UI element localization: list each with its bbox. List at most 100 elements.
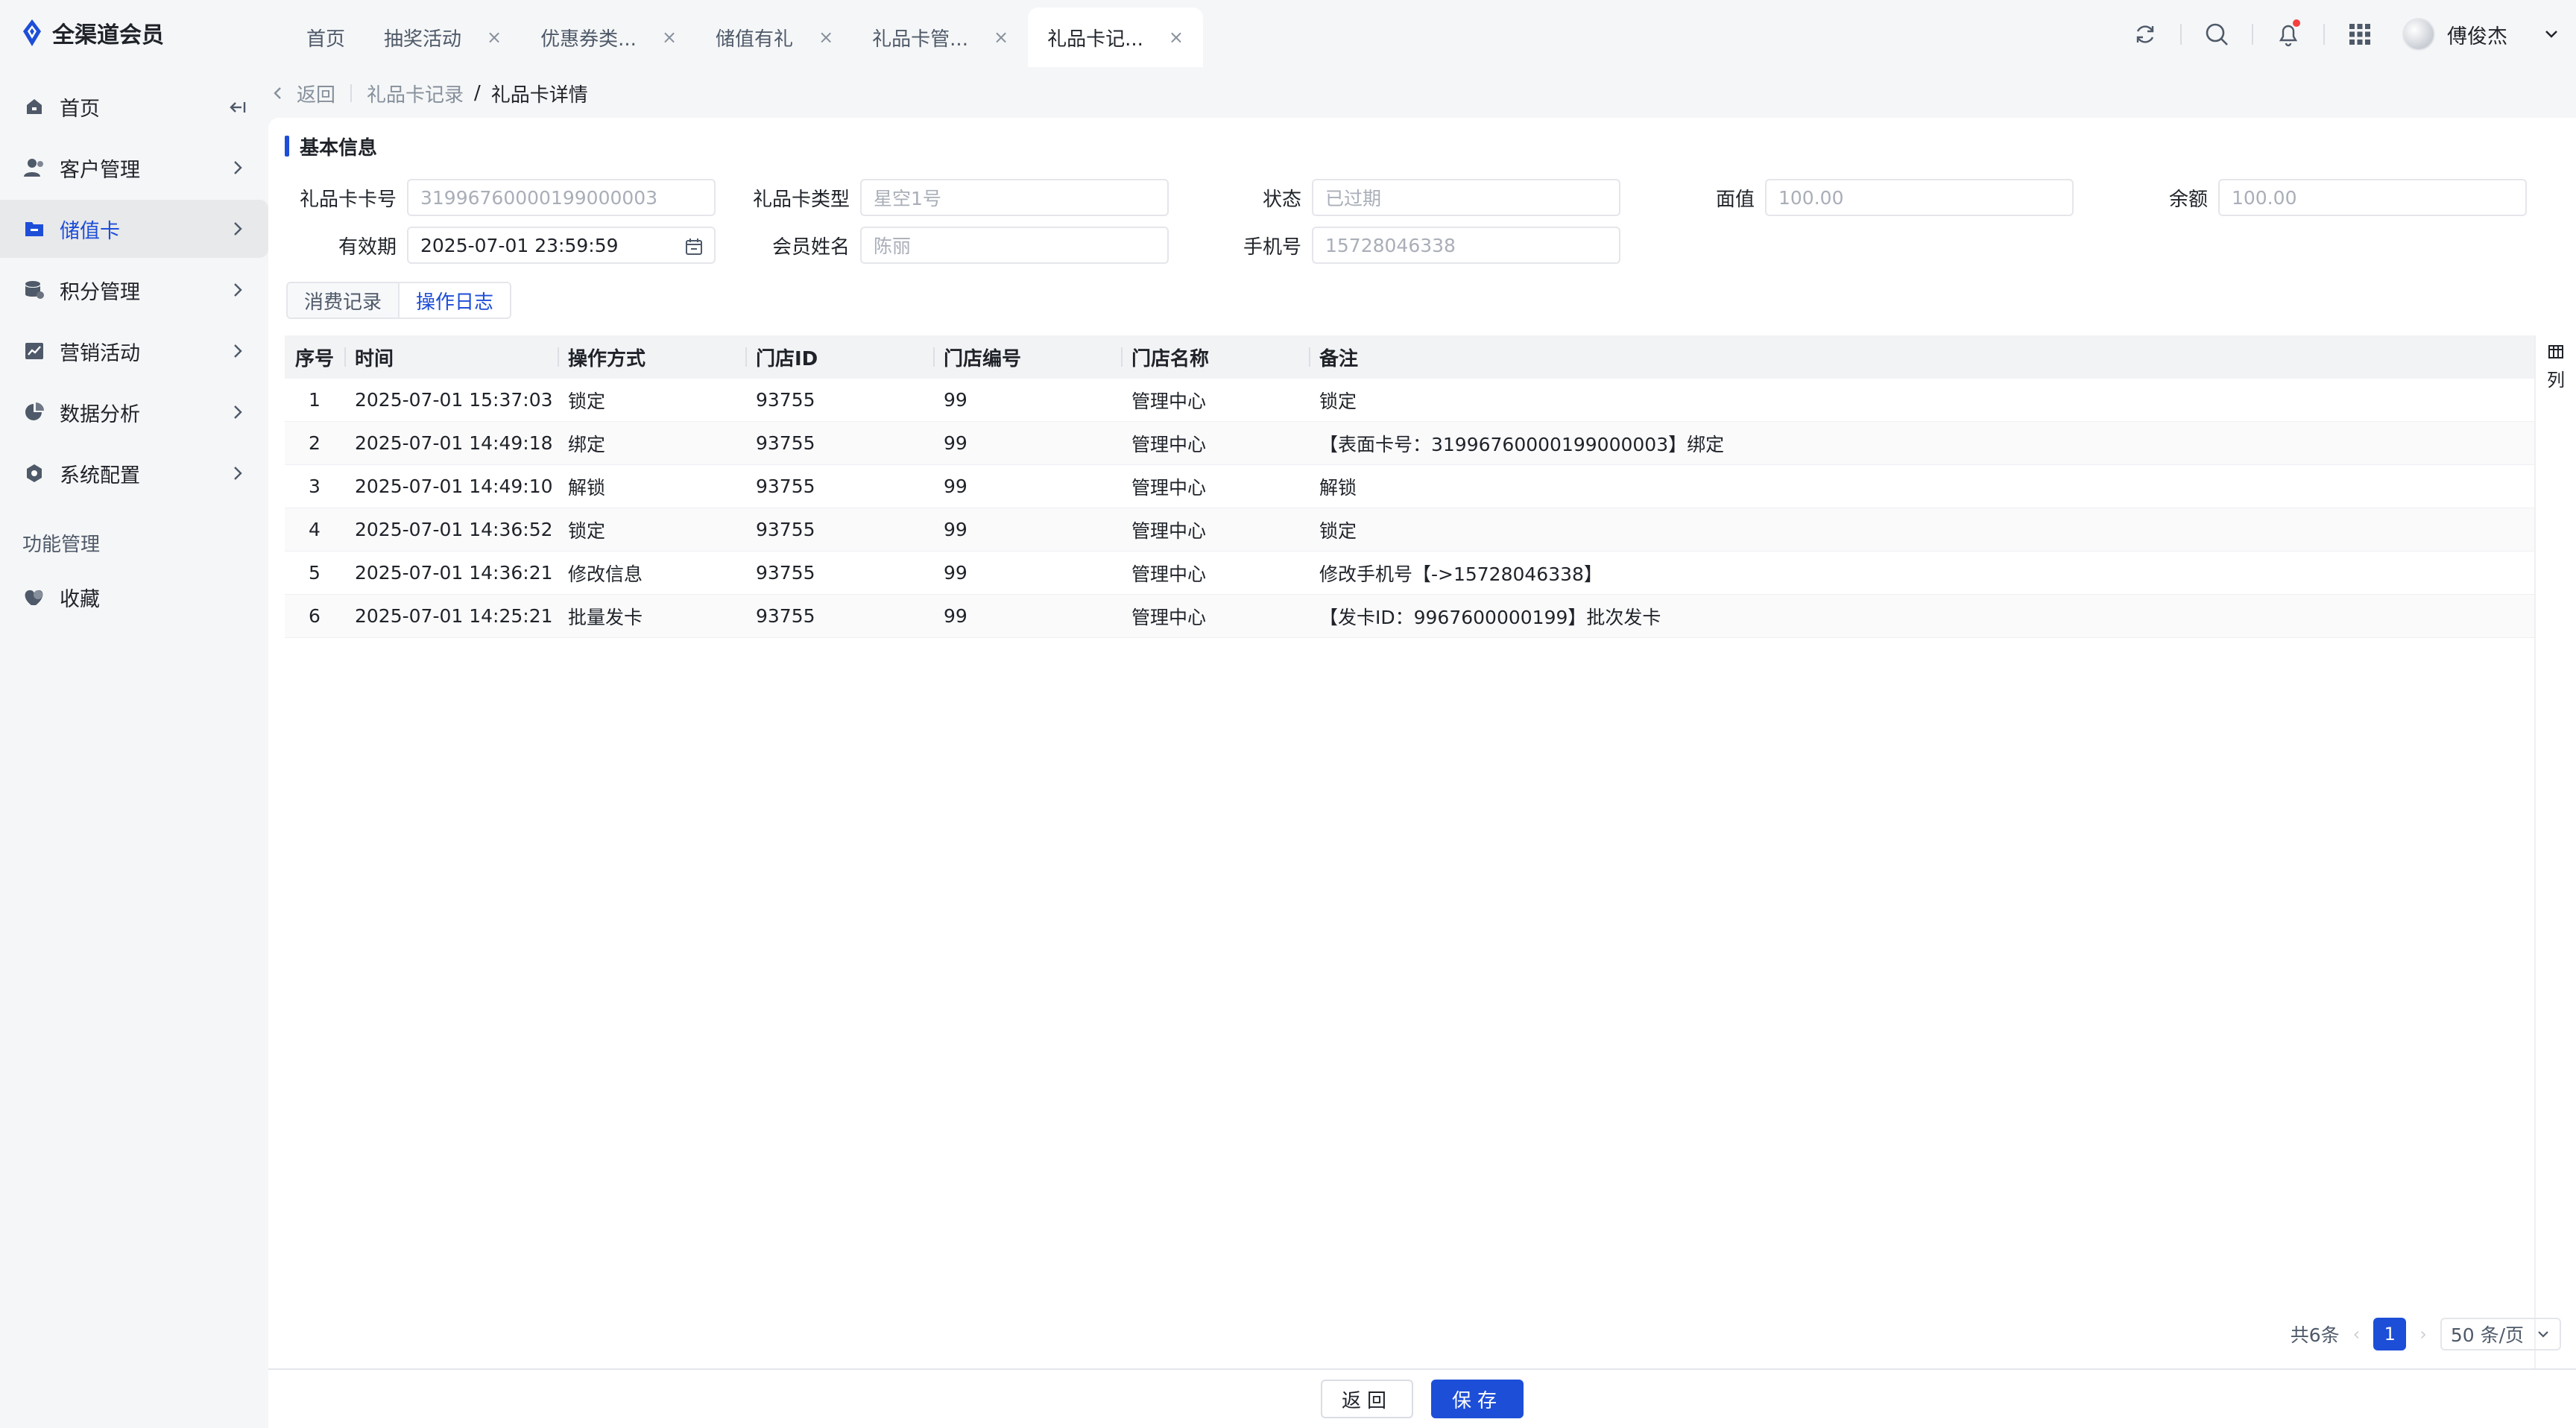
- table-cell: 99: [944, 605, 967, 627]
- column-header[interactable]: 备注: [1309, 335, 2534, 379]
- tab-stored-value-gift[interactable]: 储值有礼 ×: [696, 7, 853, 67]
- divider: [2252, 24, 2253, 45]
- card-no-input[interactable]: 31996760000199000003: [407, 179, 716, 216]
- bell-icon[interactable]: [2269, 15, 2308, 54]
- divider: [2323, 24, 2325, 45]
- refresh-icon[interactable]: [2126, 15, 2165, 54]
- breadcrumb-parent[interactable]: 礼品卡记录: [367, 80, 464, 107]
- chevron-down-icon: [2545, 31, 2557, 38]
- sidebar-item-favorites[interactable]: 收藏: [0, 568, 268, 626]
- section-title: 基本信息: [285, 134, 377, 159]
- prev-page-icon[interactable]: ‹: [2353, 1324, 2361, 1345]
- search-icon[interactable]: [2197, 15, 2236, 54]
- table-cell: 2: [309, 432, 321, 454]
- chevron-right-icon: [234, 467, 242, 480]
- tab-label: 礼品卡记...: [1047, 28, 1143, 51]
- face-value-input[interactable]: 100.00: [1765, 179, 2074, 216]
- form-footer: 返回 保存: [268, 1368, 2576, 1428]
- column-settings[interactable]: 列: [2534, 335, 2576, 1424]
- expiry-date-picker[interactable]: 2025-07-01 23:59:59: [407, 227, 716, 264]
- calendar-icon[interactable]: [684, 237, 704, 256]
- column-header[interactable]: 序号: [285, 335, 344, 379]
- field-label: 有效期: [338, 236, 397, 259]
- table-row[interactable]: 3 2025-07-01 14:49:10 解锁 93755 99 管理中心 解…: [285, 465, 2534, 508]
- apps-grid-icon[interactable]: [2340, 15, 2379, 54]
- table-cell: 6: [309, 605, 321, 627]
- face-value-field: 面值 100.00: [1622, 179, 2074, 216]
- collapse-sidebar-icon[interactable]: [227, 97, 247, 118]
- close-icon[interactable]: ×: [1169, 27, 1184, 48]
- member-name-input[interactable]: 陈丽: [860, 227, 1169, 264]
- table-cell: 99: [944, 562, 967, 584]
- column-header[interactable]: 门店名称: [1121, 335, 1309, 379]
- table-cell: 解锁: [568, 476, 606, 499]
- divider: [2180, 24, 2182, 45]
- status-field: 状态 已过期: [1169, 179, 1620, 216]
- points-icon: [22, 278, 46, 302]
- card-type-input[interactable]: 星空1号: [860, 179, 1169, 216]
- user-menu[interactable]: 傅俊杰: [2402, 18, 2561, 51]
- back-button[interactable]: 返回: [1320, 1380, 1413, 1418]
- expiry-value: 2025-07-01 23:59:59: [420, 234, 619, 256]
- column-settings-label: 列: [2547, 370, 2565, 391]
- table-cell: 2025-07-01 14:49:10: [355, 476, 553, 497]
- sidebar-item-stored-card[interactable]: 储值卡: [0, 200, 268, 258]
- tab-home[interactable]: 首页: [287, 7, 364, 67]
- app-logo[interactable]: 全渠道会员: [21, 16, 164, 49]
- sidebar-item-marketing[interactable]: 营销活动: [0, 322, 268, 380]
- table-cell: 管理中心: [1131, 433, 1207, 455]
- save-button[interactable]: 保存: [1431, 1380, 1524, 1418]
- column-header[interactable]: 门店编号: [933, 335, 1121, 379]
- sidebar-item-system[interactable]: 系统配置: [0, 444, 268, 502]
- table-cell: 4: [309, 519, 321, 540]
- page-size-select[interactable]: 50 条/页: [2440, 1318, 2561, 1350]
- sidebar-item-label: 积分管理: [60, 280, 140, 304]
- sidebar-item-points[interactable]: 积分管理: [0, 261, 268, 319]
- column-header[interactable]: 操作方式: [558, 335, 745, 379]
- table-cell: 2025-07-01 14:49:18: [355, 432, 553, 454]
- balance-input[interactable]: 100.00: [2218, 179, 2527, 216]
- close-icon[interactable]: ×: [818, 27, 833, 48]
- close-icon[interactable]: ×: [487, 27, 502, 48]
- table-row[interactable]: 1 2025-07-01 15:37:03 锁定 93755 99 管理中心 锁…: [285, 379, 2534, 422]
- chevron-right-icon: [234, 283, 242, 297]
- table-cell: 99: [944, 389, 967, 411]
- table-row[interactable]: 6 2025-07-01 14:25:21 批量发卡 93755 99 管理中心…: [285, 595, 2534, 638]
- heart-icon: [22, 585, 46, 609]
- next-page-icon[interactable]: ›: [2419, 1324, 2427, 1345]
- phone-input[interactable]: 15728046338: [1312, 227, 1620, 264]
- sidebar-item-home[interactable]: 首页: [0, 78, 268, 136]
- table-cell: 2025-07-01 14:36:21: [355, 562, 553, 584]
- table-cell: 93755: [756, 562, 815, 584]
- pagination: 共6条 ‹ 1 › 50 条/页: [2291, 1316, 2561, 1352]
- card-type-field: 礼品卡类型 星空1号: [716, 179, 1169, 216]
- phone-field: 手机号 15728046338: [1169, 227, 1620, 264]
- column-header[interactable]: 门店ID: [745, 335, 933, 379]
- table-row[interactable]: 2 2025-07-01 14:49:18 绑定 93755 99 管理中心 【…: [285, 422, 2534, 465]
- table-cell: 2025-07-01 15:37:03: [355, 389, 553, 411]
- tab-gift-card-manage[interactable]: 礼品卡管... ×: [853, 7, 1028, 67]
- table-row[interactable]: 5 2025-07-01 14:36:21 修改信息 93755 99 管理中心…: [285, 552, 2534, 595]
- table-cell: 93755: [756, 605, 815, 627]
- tab-operation-log[interactable]: 操作日志: [398, 283, 511, 317]
- page-button[interactable]: 1: [2373, 1318, 2407, 1350]
- sidebar-item-analytics[interactable]: 数据分析: [0, 383, 268, 441]
- column-header[interactable]: 时间: [344, 335, 558, 379]
- sidebar-item-customers[interactable]: 客户管理: [0, 139, 268, 197]
- status-input[interactable]: 已过期: [1312, 179, 1620, 216]
- close-icon[interactable]: ×: [994, 27, 1008, 48]
- table-cell: 3: [309, 476, 321, 497]
- tab-coupon-type[interactable]: 优惠券类... ×: [521, 7, 696, 67]
- tab-lottery[interactable]: 抽奖活动 ×: [364, 7, 521, 67]
- table-cell: 管理中心: [1131, 606, 1207, 628]
- table-cell: 解锁: [1319, 476, 1357, 499]
- tab-consumption-records[interactable]: 消费记录: [288, 283, 399, 317]
- breadcrumb: 返回 礼品卡记录 / 礼品卡详情: [270, 75, 588, 112]
- expiry-field: 有效期 2025-07-01 23:59:59: [268, 227, 716, 264]
- close-icon[interactable]: ×: [662, 27, 677, 48]
- tab-gift-card-record[interactable]: 礼品卡记... ×: [1028, 7, 1203, 67]
- table-cell: 修改手机号【->15728046338】: [1319, 563, 1603, 585]
- back-link[interactable]: 返回: [297, 80, 335, 107]
- table-row[interactable]: 4 2025-07-01 14:36:52 锁定 93755 99 管理中心 锁…: [285, 508, 2534, 552]
- table-cell: 99: [944, 476, 967, 497]
